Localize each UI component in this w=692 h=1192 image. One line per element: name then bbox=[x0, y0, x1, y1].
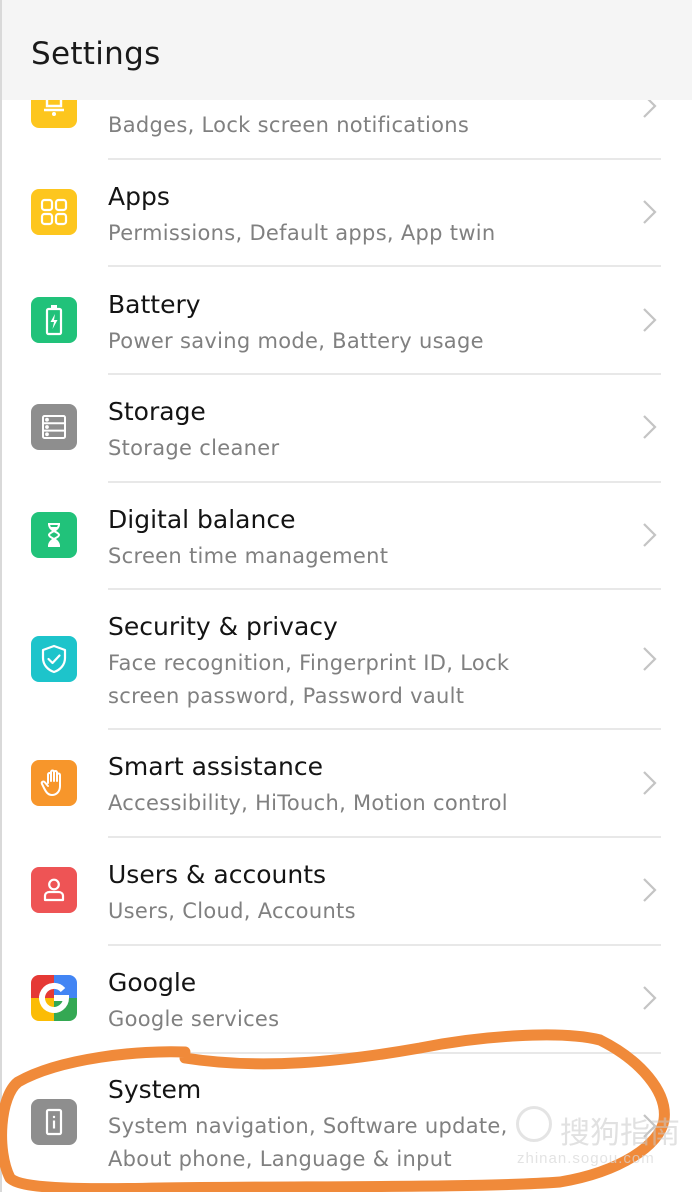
watermark-url: zhinan.sogou.com bbox=[517, 1150, 655, 1167]
item-subtitle: Face recognition, Fingerprint ID, Lock bbox=[108, 651, 510, 675]
item-subtitle: Accessibility, HiTouch, Motion control bbox=[108, 791, 508, 815]
user-icon bbox=[31, 867, 77, 913]
google-icon bbox=[31, 975, 77, 1021]
divider bbox=[108, 836, 661, 838]
divider bbox=[108, 373, 661, 375]
watermark-logo-icon bbox=[516, 1106, 552, 1142]
item-subtitle: Screen time management bbox=[108, 544, 389, 568]
divider bbox=[108, 728, 661, 730]
chevron-right-icon bbox=[643, 308, 657, 332]
chevron-right-icon bbox=[643, 200, 657, 224]
item-subtitle: Google services bbox=[108, 1007, 280, 1031]
battery-icon bbox=[31, 297, 77, 343]
shield-check-icon bbox=[31, 636, 77, 682]
item-subtitle: System navigation, Software update, bbox=[108, 1114, 508, 1138]
item-title: Apps bbox=[108, 182, 170, 211]
item-title: Google bbox=[108, 968, 197, 997]
item-title: Storage bbox=[108, 397, 206, 426]
chevron-right-icon bbox=[643, 647, 657, 671]
item-title: Digital balance bbox=[108, 505, 296, 534]
item-subtitle: Power saving mode, Battery usage bbox=[108, 329, 484, 353]
item-title: Users & accounts bbox=[108, 860, 327, 889]
highlight-annotation bbox=[0, 1029, 670, 1192]
item-subtitle: Badges, Lock screen notifications bbox=[108, 113, 470, 137]
app-bar: Settings bbox=[0, 0, 692, 100]
chevron-right-icon bbox=[643, 986, 657, 1010]
item-subtitle-line-2: About phone, Language & input bbox=[108, 1147, 452, 1171]
chevron-right-icon bbox=[643, 523, 657, 547]
item-subtitle: Permissions, Default apps, App twin bbox=[108, 221, 496, 245]
item-subtitle-line-2: screen password, Password vault bbox=[108, 684, 465, 708]
divider bbox=[108, 481, 661, 483]
divider bbox=[108, 158, 661, 160]
item-title: System bbox=[108, 1075, 202, 1104]
item-title: Security & privacy bbox=[108, 612, 338, 641]
item-subtitle: Storage cleaner bbox=[108, 436, 280, 460]
item-title: Battery bbox=[108, 290, 201, 319]
divider bbox=[108, 944, 661, 946]
apps-grid-icon bbox=[31, 189, 77, 235]
watermark-text: 搜狗指南 bbox=[560, 1116, 680, 1151]
system-info-icon bbox=[31, 1099, 77, 1145]
divider bbox=[108, 265, 661, 267]
page-title: Settings bbox=[31, 36, 161, 72]
screen-edge bbox=[0, 0, 2, 1192]
chevron-right-icon bbox=[643, 771, 657, 795]
item-subtitle: Users, Cloud, Accounts bbox=[108, 899, 356, 923]
divider bbox=[108, 588, 661, 590]
divider bbox=[108, 1052, 661, 1054]
chevron-right-icon bbox=[643, 415, 657, 439]
storage-icon bbox=[31, 404, 77, 450]
chevron-right-icon bbox=[643, 878, 657, 902]
hourglass-icon bbox=[31, 512, 77, 558]
hand-icon bbox=[31, 760, 77, 806]
item-title: Smart assistance bbox=[108, 752, 324, 781]
